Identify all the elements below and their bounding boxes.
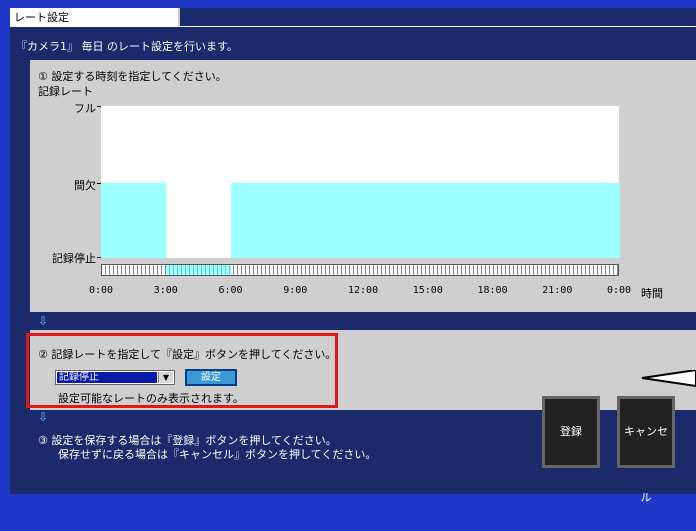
cancel-button[interactable]: キャンセル	[617, 396, 675, 504]
step3-line2: 保存せずに戻る場合は『キャンセル』ボタンを押してください。	[58, 448, 377, 461]
down-arrow-icon-2: ⇩	[38, 410, 49, 424]
x-tick-label: 12:00	[348, 285, 379, 296]
x-tick-label: 0:00	[607, 285, 632, 296]
x-tick-label: 9:00	[283, 285, 308, 296]
x-tick-label: 6:00	[218, 285, 243, 296]
window-subtitle: 『カメラ1』 毎日 のレート設定を行います。	[16, 40, 238, 53]
chevron-down-icon[interactable]: ▼	[158, 372, 173, 383]
rate-note: 設定可能なレートのみ表示されます。	[58, 392, 244, 405]
rate-select-value: 記録停止	[57, 372, 157, 383]
x-tick-label: 3:00	[153, 285, 178, 296]
rate-chart-area[interactable]	[101, 106, 620, 258]
time-selection[interactable]	[166, 265, 231, 275]
register-button[interactable]: 登録	[542, 396, 600, 468]
step2-instruction: ② 記録レートを指定して『設定』ボタンを押してください。	[38, 348, 337, 361]
level-intermittent: 間欠	[74, 179, 96, 192]
rate-select[interactable]: 記録停止 ▼	[55, 370, 175, 385]
down-arrow-icon: ⇩	[38, 314, 49, 328]
step1-instruction: ① 設定する時刻を指定してください。	[38, 70, 227, 83]
level-stop: 記録停止	[52, 252, 96, 265]
x-axis-label: 時間	[641, 287, 663, 300]
x-tick-label: 0:00	[89, 285, 114, 296]
rate-segment-2	[231, 183, 620, 258]
rate-segment-0	[101, 183, 166, 258]
window-title: レート設定	[10, 8, 180, 27]
x-tick-label: 18:00	[477, 285, 508, 296]
title-divider	[10, 26, 696, 27]
set-button[interactable]: 設定	[185, 369, 237, 386]
x-tick-label: 15:00	[412, 285, 443, 296]
x-tick-label: 21:00	[542, 285, 573, 296]
chart-ylabel: 記録レート	[38, 85, 93, 98]
level-full: フル	[74, 102, 96, 115]
callout-pointer-icon	[641, 370, 696, 388]
